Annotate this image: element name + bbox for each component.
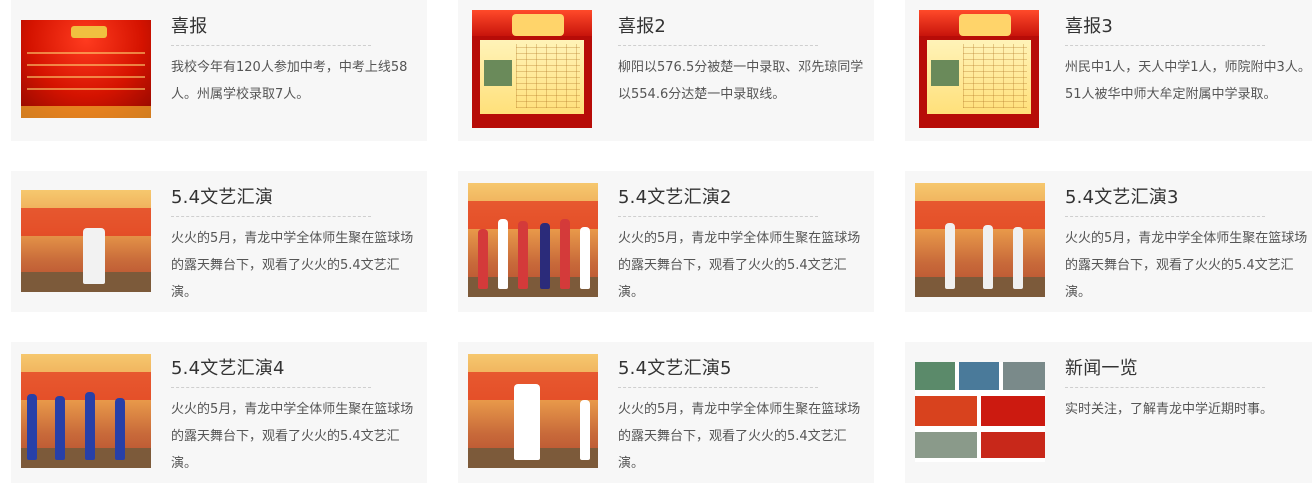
card-description: 火火的5月，青龙中学全体师生聚在篮球场的露天舞台下，观看了火火的5.4文艺汇演。 [618, 402, 861, 471]
thumbnail-decoration [71, 26, 107, 38]
news-card-4[interactable]: 5.4文艺汇演 火火的5月，青龙中学全体师生聚在篮球场的露天舞台下，观看了火火的… [11, 171, 427, 312]
card-title[interactable]: 5.4文艺汇演 [171, 183, 273, 209]
card-title[interactable]: 喜报3 [1065, 12, 1113, 38]
thumbnail-image[interactable] [21, 354, 151, 468]
thumbnail-decoration [512, 14, 564, 36]
thumbnail-image[interactable] [472, 10, 592, 128]
divider [1065, 387, 1265, 388]
card-title[interactable]: 5.4文艺汇演2 [618, 183, 732, 209]
card-description: 实时关注，了解青龙中学近期时事。 [1065, 402, 1274, 417]
news-card-6[interactable]: 5.4文艺汇演3 火火的5月，青龙中学全体师生聚在篮球场的露天舞台下，观看了火火… [905, 171, 1312, 312]
divider [618, 45, 818, 46]
thumbnail-image[interactable] [919, 10, 1039, 128]
card-title[interactable]: 5.4文艺汇演5 [618, 354, 732, 380]
card-title[interactable]: 喜报 [171, 12, 207, 38]
divider [1065, 45, 1265, 46]
divider [171, 216, 371, 217]
divider [1065, 216, 1265, 217]
card-description: 我校今年有120人参加中考，中考上线58人。州属学校录取7人。 [171, 60, 408, 102]
news-card-8[interactable]: 5.4文艺汇演5 火火的5月，青龙中学全体师生聚在篮球场的露天舞台下，观看了火火… [458, 342, 874, 483]
card-title[interactable]: 喜报2 [618, 12, 666, 38]
card-description: 柳阳以576.5分被楚一中录取、邓先琼同学以554.6分达楚一中录取线。 [618, 60, 864, 102]
thumbnail-decoration [959, 14, 1011, 36]
card-description: 火火的5月，青龙中学全体师生聚在篮球场的露天舞台下，观看了火火的5.4文艺汇演。 [1065, 231, 1308, 300]
news-card-5[interactable]: 5.4文艺汇演2 火火的5月，青龙中学全体师生聚在篮球场的露天舞台下，观看了火火… [458, 171, 874, 312]
thumbnail-image[interactable] [468, 183, 598, 297]
divider [171, 387, 371, 388]
thumbnail-image[interactable] [915, 362, 1045, 462]
divider [171, 45, 371, 46]
card-title[interactable]: 5.4文艺汇演3 [1065, 183, 1179, 209]
news-card-1[interactable]: 喜报 我校今年有120人参加中考，中考上线58人。州属学校录取7人。 [11, 0, 427, 141]
card-description: 州民中1人，天人中学1人，师院附中3人。51人被华中师大牟定附属中学录取。 [1065, 60, 1311, 102]
news-card-7[interactable]: 5.4文艺汇演4 火火的5月，青龙中学全体师生聚在篮球场的露天舞台下，观看了火火… [11, 342, 427, 483]
card-title[interactable]: 新闻一览 [1065, 354, 1138, 380]
card-description: 火火的5月，青龙中学全体师生聚在篮球场的露天舞台下，观看了火火的5.4文艺汇演。 [171, 402, 414, 471]
news-card-9[interactable]: 新闻一览 实时关注，了解青龙中学近期时事。 [905, 342, 1312, 483]
thumbnail-image[interactable] [915, 183, 1045, 297]
divider [618, 387, 818, 388]
thumbnail-image[interactable] [21, 190, 151, 292]
card-title[interactable]: 5.4文艺汇演4 [171, 354, 285, 380]
card-description: 火火的5月，青龙中学全体师生聚在篮球场的露天舞台下，观看了火火的5.4文艺汇演。 [618, 231, 861, 300]
card-description: 火火的5月，青龙中学全体师生聚在篮球场的露天舞台下，观看了火火的5.4文艺汇演。 [171, 231, 414, 300]
news-card-3[interactable]: 喜报3 州民中1人，天人中学1人，师院附中3人。51人被华中师大牟定附属中学录取… [905, 0, 1312, 141]
thumbnail-image[interactable] [21, 20, 151, 118]
news-card-2[interactable]: 喜报2 柳阳以576.5分被楚一中录取、邓先琼同学以554.6分达楚一中录取线。 [458, 0, 874, 141]
thumbnail-image[interactable] [468, 354, 598, 468]
divider [618, 216, 818, 217]
